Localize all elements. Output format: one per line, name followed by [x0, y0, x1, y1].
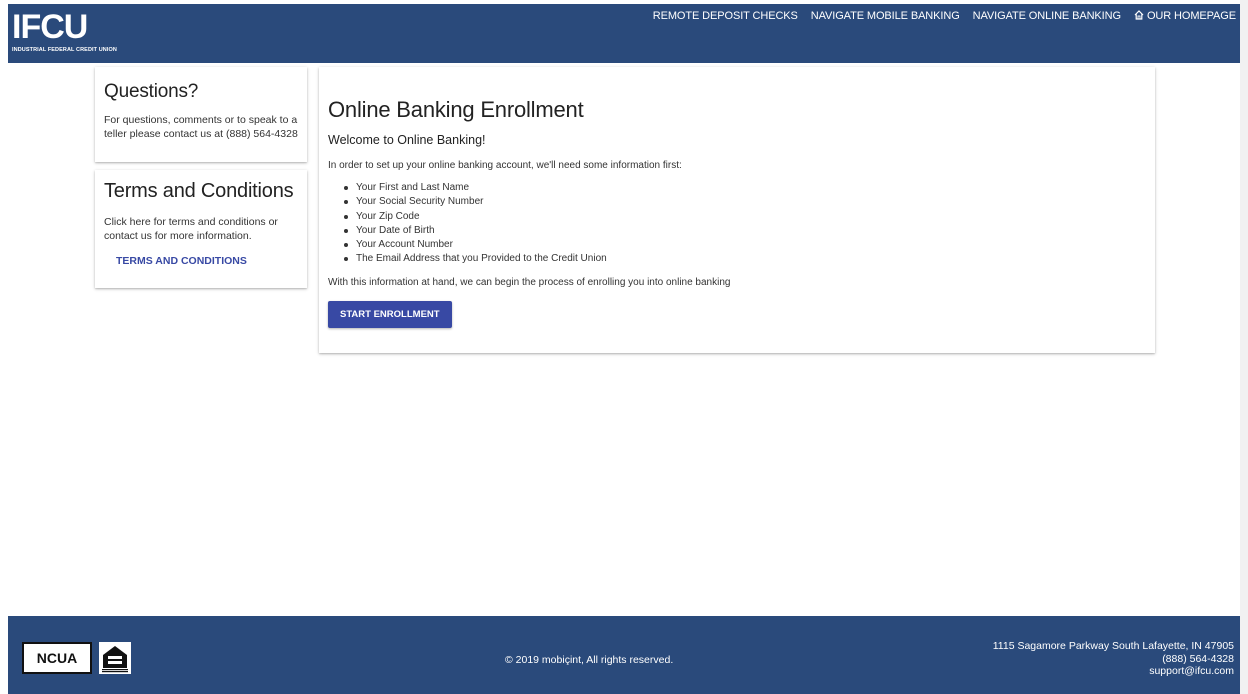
terms-title: Terms and Conditions [104, 180, 294, 202]
requirements-list: Your First and Last Name Your Social Sec… [342, 181, 1146, 267]
site-footer: NCUA © 2019 mobiçint, All rights reserve… [8, 616, 1240, 694]
page-scrollbar[interactable] [1240, 0, 1248, 694]
terms-and-conditions-link[interactable]: TERMS AND CONDITIONS [116, 255, 298, 267]
questions-title: Questions? [104, 81, 199, 102]
terms-card: Terms and Conditions Click here for term… [95, 170, 307, 288]
address-text: 1115 Sagamore Parkway South Lafayette, I… [992, 640, 1234, 652]
questions-text: For questions, comments or to speak to a… [104, 114, 298, 140]
start-enrollment-button[interactable]: START ENROLLMENT [328, 300, 452, 328]
logo-wordmark: IFCU [12, 9, 124, 45]
nav-remote-deposit-checks[interactable]: REMOTE DEPOSIT CHECKS [653, 10, 798, 22]
nav-mobile-banking[interactable]: NAVIGATE MOBILE BANKING [811, 10, 960, 22]
questions-card: Questions? For questions, comments or to… [95, 67, 307, 162]
nav-our-homepage[interactable]: OUR HOMEPAGE [1134, 10, 1236, 22]
terms-text: Click here for terms and conditions or c… [104, 216, 278, 242]
enrollment-card: Online Banking Enrollment Welcome to Onl… [319, 67, 1155, 353]
page-title: Online Banking Enrollment [328, 97, 584, 122]
logo-subtitle: INDUSTRIAL FEDERAL CREDIT UNION [12, 47, 117, 53]
logo-text: IFCU [12, 8, 88, 46]
list-item: Your First and Last Name [342, 181, 1146, 195]
home-icon [1134, 10, 1144, 20]
email-link[interactable]: support@ifcu.com [993, 665, 1234, 678]
ifcu-logo[interactable]: IFCU INDUSTRIAL FEDERAL CREDIT UNION [12, 9, 147, 57]
page: IFCU INDUSTRIAL FEDERAL CREDIT UNION REM… [0, 0, 1248, 694]
ncua-fine-print-bottom [24, 667, 90, 671]
list-item: Your Account Number [342, 238, 1146, 252]
phone-text: (888) 564-4328 [1162, 652, 1234, 665]
nav-our-homepage-label: OUR HOMEPAGE [1146, 10, 1236, 22]
ncua-label: NCUA [36, 650, 78, 666]
list-item: Your Date of Birth [342, 224, 1146, 238]
welcome-heading: Welcome to Online Banking! [328, 133, 486, 147]
intro-text: In order to set up your online banking a… [328, 160, 682, 171]
top-nav: REMOTE DEPOSIT CHECKS NAVIGATE MOBILE BA… [653, 10, 1236, 22]
copyright-text: © 2019 mobiçint, All rights reserved. [505, 654, 674, 666]
contact-block: 1115 Sagamore Parkway South Lafayette, I… [993, 640, 1234, 678]
list-item: Your Social Security Number [342, 195, 1146, 209]
list-item: Your Zip Code [342, 210, 1146, 224]
equal-housing-icon [99, 642, 131, 674]
list-item: The Email Address that you Provided to t… [342, 252, 1146, 266]
site-header: IFCU INDUSTRIAL FEDERAL CREDIT UNION REM… [8, 4, 1240, 63]
nav-online-banking[interactable]: NAVIGATE ONLINE BANKING [973, 10, 1121, 22]
ncua-logo: NCUA [22, 642, 92, 674]
outro-text: With this information at hand, we can be… [328, 276, 731, 288]
